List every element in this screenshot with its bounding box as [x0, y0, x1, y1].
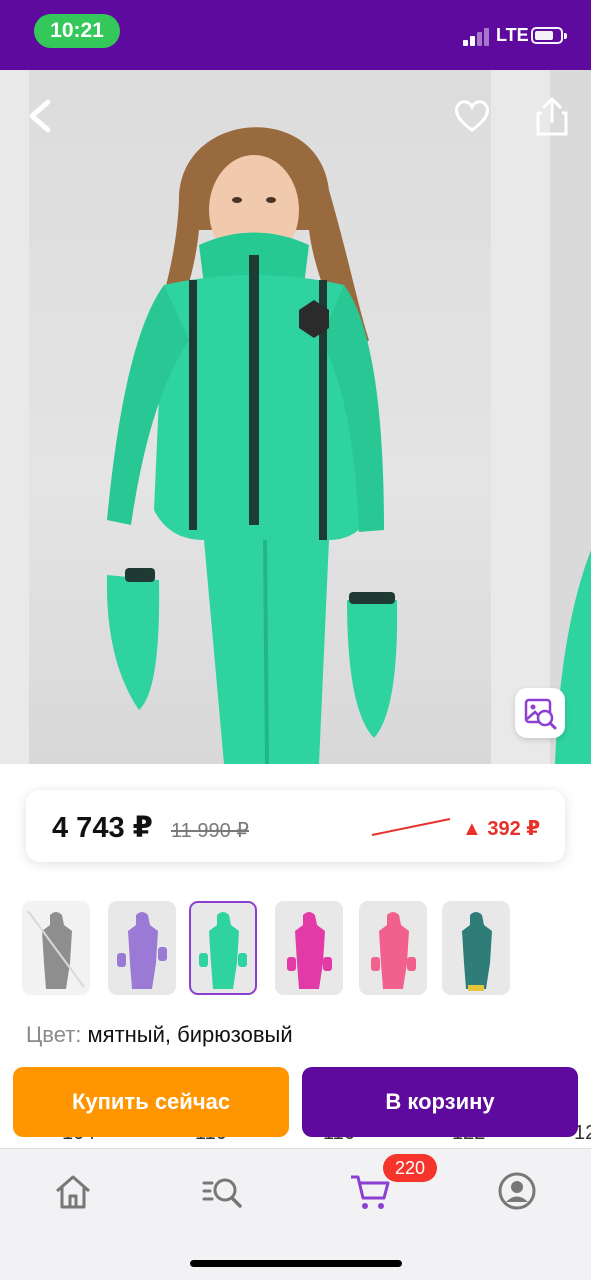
network-type: LTE	[496, 25, 529, 45]
thumbnail-lavender[interactable]	[108, 901, 176, 995]
thumbnail-black[interactable]	[22, 901, 90, 995]
tab-home[interactable]	[51, 1169, 95, 1213]
color-thumbnails	[22, 901, 582, 997]
share-icon	[536, 97, 568, 136]
current-price: 4 743 ₽	[52, 812, 153, 844]
next-image-peek[interactable]	[550, 70, 591, 764]
favorite-button[interactable]	[452, 96, 492, 136]
image-search-icon	[524, 698, 557, 730]
price-change: ▲ 392 ₽	[462, 818, 541, 840]
home-indicator	[190, 1260, 402, 1267]
status-time: 10:21	[34, 14, 120, 48]
catalog-search-icon	[202, 1178, 242, 1208]
color-value: мятный, бирюзовый	[87, 1022, 293, 1047]
share-button[interactable]	[532, 96, 572, 138]
thumbnail-magenta[interactable]	[275, 901, 343, 995]
signal-icon	[463, 28, 491, 46]
color-info: Цвет: мятный, бирюзовый	[26, 1022, 293, 1048]
image-search-button[interactable]	[515, 688, 565, 738]
color-label: Цвет:	[26, 1022, 82, 1047]
thumbnail-pink[interactable]	[359, 901, 427, 995]
status-bar: 10:21 LTE	[0, 0, 591, 70]
cart-count-badge: 220	[383, 1154, 437, 1182]
battery-icon	[531, 27, 567, 44]
old-price: 11 990 ₽	[171, 820, 249, 842]
heart-outline-icon	[454, 100, 490, 132]
profile-icon	[498, 1172, 536, 1210]
price-trend-line	[371, 818, 451, 836]
product-main-image[interactable]	[29, 70, 491, 764]
tab-profile[interactable]	[495, 1169, 539, 1213]
back-button[interactable]	[22, 96, 58, 136]
buy-now-button[interactable]: Купить сейчас	[13, 1067, 289, 1137]
chevron-left-icon	[29, 99, 51, 133]
product-gallery[interactable]	[0, 70, 591, 764]
add-to-cart-button[interactable]: В корзину	[302, 1067, 578, 1137]
tab-catalog[interactable]	[200, 1169, 244, 1213]
price-card[interactable]: 4 743 ₽ 11 990 ₽ ▲ 392 ₽	[26, 790, 565, 862]
thumbnail-teal[interactable]	[442, 901, 510, 995]
thumbnail-mint[interactable]	[189, 901, 257, 995]
home-icon	[56, 1175, 90, 1209]
